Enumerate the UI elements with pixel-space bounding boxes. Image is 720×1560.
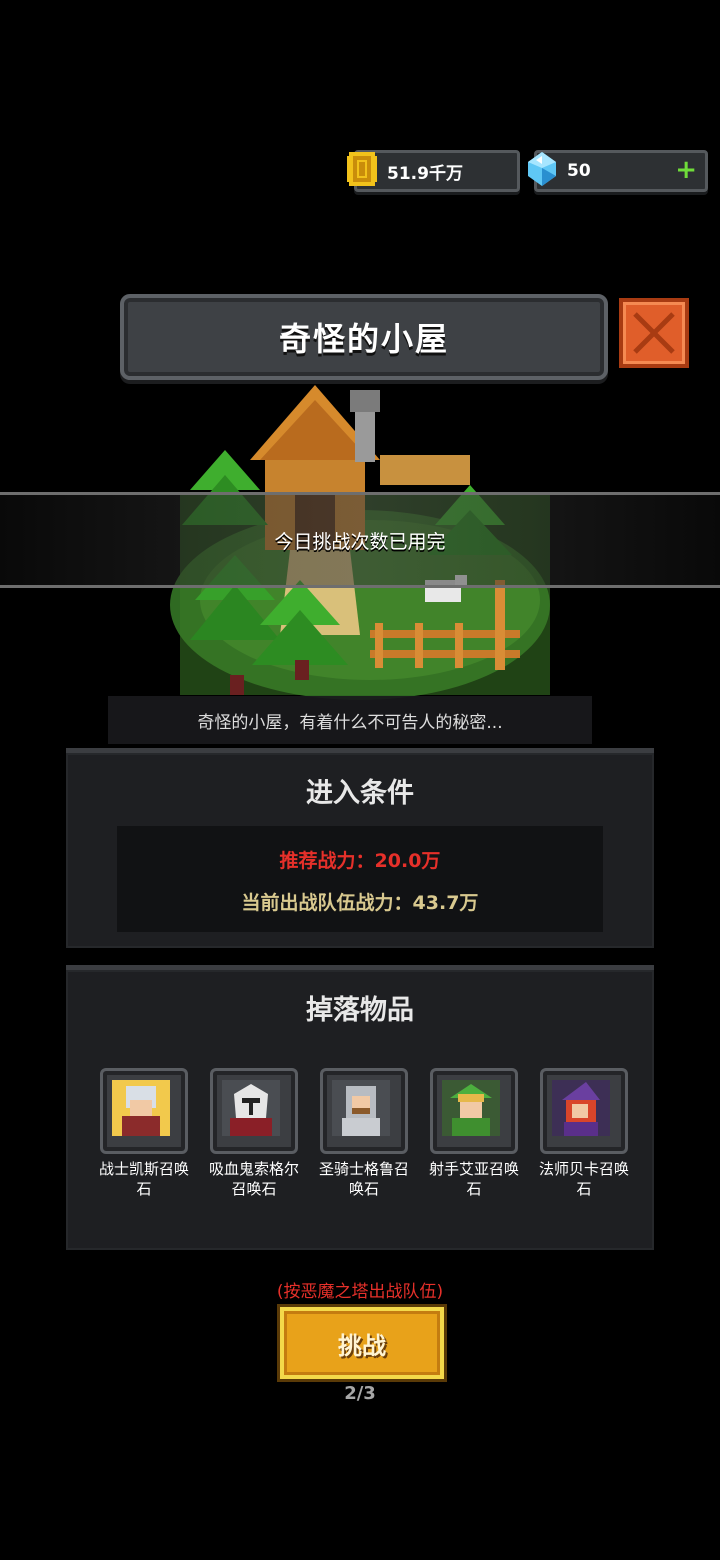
drop-item-frame[interactable] — [540, 1068, 628, 1154]
page-title: 奇怪的小屋 — [278, 320, 449, 358]
drops-panel: 掉落物品 战士凯斯召唤石 吸血鬼索格尔召唤石 圣骑士格鲁召唤石 射手艾亚召唤石 … — [66, 965, 654, 1250]
dungeon-description: 奇怪的小屋，有着什么不可告人的秘密... — [108, 696, 592, 744]
paladin-portrait-icon — [332, 1080, 390, 1136]
drop-item-frame[interactable] — [210, 1068, 298, 1154]
entry-conditions-panel: 进入条件 推荐战力：20.0万 当前出战队伍战力：43.7万 — [66, 748, 654, 948]
drop-item[interactable]: 战士凯斯召唤石 — [94, 1068, 194, 1199]
drop-item-label: 射手艾亚召唤石 — [428, 1160, 519, 1198]
plus-icon[interactable]: + — [675, 157, 697, 183]
archer-portrait-icon — [442, 1080, 500, 1136]
drop-item-label: 吸血鬼索格尔召唤石 — [208, 1160, 299, 1198]
recommended-power: 推荐战力：20.0万 — [279, 850, 441, 872]
conditions-title: 进入条件 — [306, 778, 414, 809]
drops-title: 掉落物品 — [306, 995, 414, 1026]
gem-counter: 50 + — [528, 150, 708, 192]
drop-item-label: 战士凯斯召唤石 — [98, 1160, 189, 1198]
page-indicator: 2/3 — [344, 1383, 376, 1404]
conditions-box: 推荐战力：20.0万 当前出战队伍战力：43.7万 — [117, 826, 603, 932]
title-plate: 奇怪的小屋 — [120, 294, 608, 380]
drop-item[interactable]: 射手艾亚召唤石 — [424, 1068, 524, 1199]
warrior-portrait-icon — [112, 1080, 170, 1136]
drop-item[interactable]: 法师贝卡召唤石 — [534, 1068, 634, 1199]
challenge-label: 挑战 — [338, 1331, 386, 1360]
gold-counter: 51.9千万 — [347, 150, 520, 192]
drop-item[interactable]: 吸血鬼索格尔召唤石 — [204, 1068, 304, 1199]
drops-list: 战士凯斯召唤石 吸血鬼索格尔召唤石 圣骑士格鲁召唤石 射手艾亚召唤石 法师贝卡召… — [94, 1068, 634, 1199]
team-hint: (按恶魔之塔出战队伍) — [276, 1282, 444, 1302]
blue-gem-icon — [528, 152, 556, 186]
mage-portrait-icon — [552, 1080, 610, 1136]
vampire-portrait-icon — [222, 1080, 280, 1136]
current-team-power: 当前出战队伍战力：43.7万 — [241, 892, 479, 914]
drop-item-label: 圣骑士格鲁召唤石 — [318, 1160, 409, 1198]
drop-item[interactable]: 圣骑士格鲁召唤石 — [314, 1068, 414, 1199]
close-button[interactable] — [619, 298, 689, 368]
close-icon — [633, 312, 675, 354]
challenge-button[interactable]: 挑战 — [280, 1307, 444, 1379]
drop-item-frame[interactable] — [320, 1068, 408, 1154]
banner-text: 今日挑战次数已用完 — [274, 530, 446, 553]
drop-item-frame[interactable] — [100, 1068, 188, 1154]
currency-bar: 51.9千万 50 + — [347, 150, 708, 192]
attempts-exhausted-banner: 今日挑战次数已用完 — [0, 492, 720, 588]
gold-value: 51.9千万 — [387, 163, 463, 184]
drop-item-frame[interactable] — [430, 1068, 518, 1154]
gem-value: 50 — [567, 161, 591, 181]
drop-item-label: 法师贝卡召唤石 — [538, 1160, 629, 1198]
gold-coin-icon — [347, 152, 377, 186]
